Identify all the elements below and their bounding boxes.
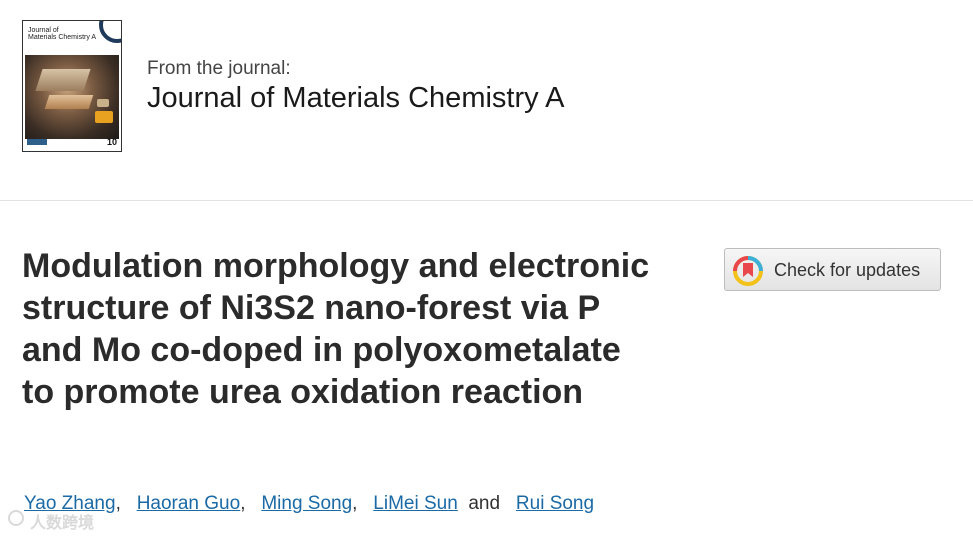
from-journal-label: From the journal: (147, 58, 291, 79)
cover-artwork (25, 55, 119, 139)
author-link[interactable]: Haoran Guo (137, 493, 241, 514)
author-separator: and (468, 493, 501, 514)
check-for-updates-label: Check for updates (774, 260, 921, 280)
check-for-updates-button[interactable]: Check for updates (724, 248, 941, 291)
author-link[interactable]: Ming Song (261, 493, 352, 514)
author-link[interactable]: LiMei Sun (373, 493, 458, 514)
anniversary-10-badge: 10 (106, 137, 117, 147)
watermark-text: 人数跨境 (30, 515, 95, 532)
author-separator: , (240, 493, 246, 514)
crossmark-icon (733, 256, 763, 286)
cover-art-shape (95, 111, 113, 123)
watermark-icon (8, 510, 24, 526)
journal-cover-image[interactable]: Journal of Materials Chemistry A 10 (22, 20, 122, 152)
header-divider (0, 200, 973, 201)
cover-title: Journal of Materials Chemistry A (28, 27, 96, 41)
rsc-logo-icon (27, 139, 47, 145)
cover-swoosh-decoration (99, 21, 121, 43)
article-title: Modulation morphology and electronic str… (22, 247, 650, 411)
cover-title-line-1: Journal of (28, 27, 59, 34)
author-link[interactable]: Rui Song (516, 493, 594, 514)
cover-art-shape (44, 95, 94, 109)
watermark: 人数跨境 (8, 508, 128, 532)
journal-header: Journal of Materials Chemistry A 10 From… (0, 0, 973, 200)
cover-art-shape (97, 99, 109, 107)
author-separator: , (352, 493, 358, 514)
journal-name-link[interactable]: Journal of Materials Chemistry A (147, 82, 564, 115)
cover-footer: 10 (27, 137, 117, 147)
cover-title-line-2: Materials Chemistry A (28, 34, 97, 41)
cover-art-shape (35, 69, 91, 91)
